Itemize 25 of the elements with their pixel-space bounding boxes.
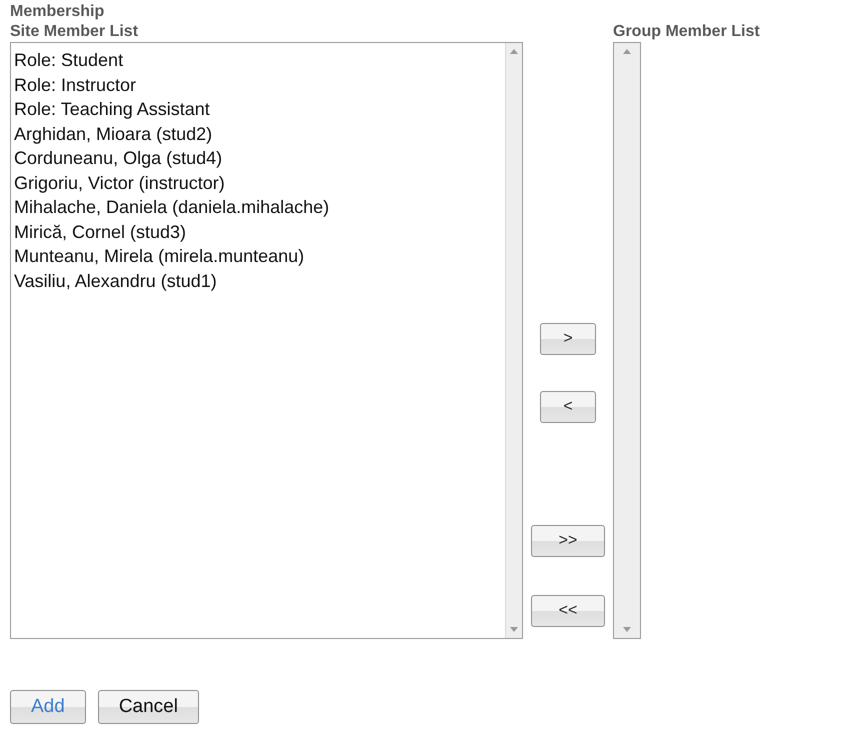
list-label: Site Member List	[10, 22, 140, 42]
list-label: Group Member List	[613, 22, 760, 42]
section-title: Membership	[10, 2, 104, 22]
transfer-button[interactable]: <<	[531, 595, 605, 627]
list-option[interactable]: Role: Student	[14, 48, 124, 72]
list-option[interactable]: Vasiliu, Alexandru (stud1)	[14, 268, 217, 293]
list-option[interactable]: Role: Instructor	[14, 72, 136, 97]
list-option[interactable]: Corduneanu, Olga (stud4)	[14, 146, 222, 170]
list-option[interactable]: Mihalache, Daniela (daniela.mihalache)	[14, 195, 330, 220]
cancel-button[interactable]: Cancel	[98, 690, 199, 724]
list-option[interactable]: Role: Teaching Assistant	[14, 97, 210, 122]
transfer-button[interactable]: >>	[531, 525, 605, 557]
scroll-up-icon[interactable]	[510, 49, 518, 54]
list-option[interactable]: Munteanu, Mirela (mirela.munteanu)	[14, 244, 304, 268]
list-option[interactable]: Mirică, Cornel (stud3)	[14, 220, 186, 244]
add-button[interactable]: Add	[10, 690, 86, 724]
scroll-up-icon[interactable]	[623, 49, 631, 54]
transfer-button[interactable]: <	[540, 391, 596, 423]
transfer-button[interactable]: >	[540, 323, 596, 355]
scroll-down-icon[interactable]	[510, 627, 518, 632]
scrollbar[interactable]	[505, 43, 522, 638]
list-option[interactable]: Grigoriu, Victor (instructor)	[14, 170, 225, 195]
scroll-down-icon[interactable]	[623, 627, 631, 632]
list-option[interactable]: Arghidan, Mioara (stud2)	[14, 122, 212, 146]
site-member-list[interactable]	[10, 42, 523, 639]
